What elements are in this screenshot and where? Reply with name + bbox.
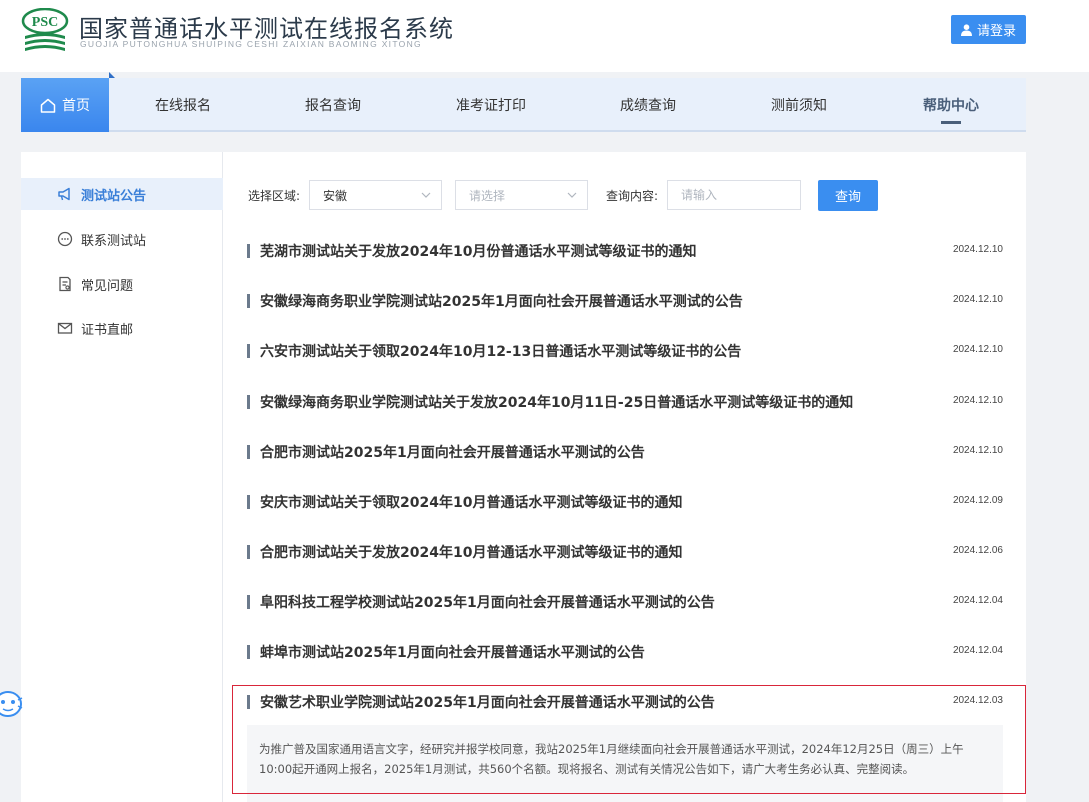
chevron-down-icon [567, 192, 577, 198]
notice-title: 安徽绿海商务职业学院测试站关于发放2024年10月11日-25日普通话水平测试等… [260, 395, 854, 411]
robot-icon [0, 691, 23, 717]
notice-item-expanded[interactable]: 安徽艺术职业学院测试站2025年1月面向社会开展普通话水平测试的公告 2024.… [247, 687, 1003, 717]
region-select-value: 安徽 [323, 188, 348, 203]
notice-bullet [247, 645, 250, 659]
notice-item[interactable]: 阜阳科技工程学校测试站2025年1月面向社会开展普通话水平测试的公告 2024.… [247, 587, 1003, 617]
login-button[interactable]: 请登录 [951, 15, 1026, 44]
nav-home-label: 首页 [62, 98, 90, 114]
notice-bullet [247, 395, 250, 409]
notice-item[interactable]: 合肥市测试站2025年1月面向社会开展普通话水平测试的公告 2024.12.10 [247, 437, 1003, 467]
nav-help-center[interactable]: 帮助中心 [899, 78, 1003, 132]
notice-bullet [247, 294, 250, 308]
main-nav: 首页 在线报名 报名查询 准考证打印 成绩查询 测前须知 帮助中心 [21, 72, 1026, 132]
site-subtitle: GUOJIA PUTONGHUA SHUIPING CESHI ZAIXIAN … [80, 39, 422, 49]
user-icon [960, 23, 972, 36]
sidebar-item-label: 测试站公告 [81, 188, 147, 204]
notice-title: 蚌埠市测试站2025年1月面向社会开展普通话水平测试的公告 [260, 645, 645, 661]
nav-home[interactable]: 首页 [21, 72, 115, 132]
query-input[interactable] [667, 180, 801, 210]
notice-item[interactable]: 六安市测试站关于领取2024年10月12-13日普通话水平测试等级证书的公告 2… [247, 336, 1003, 366]
chevron-down-icon [421, 192, 431, 198]
megaphone-icon [58, 187, 70, 201]
notice-date: 2024.12.04 [952, 595, 1003, 606]
sidebar-item-label: 联系测试站 [81, 233, 147, 249]
notice-date: 2024.12.09 [952, 495, 1003, 506]
sidebar-item-faq[interactable]: 常见问题 [21, 268, 223, 300]
sidebar-item-certificate-mail[interactable]: 证书直邮 [21, 312, 223, 344]
notice-date: 2024.12.10 [952, 395, 1003, 406]
notice-item[interactable]: 蚌埠市测试站2025年1月面向社会开展普通话水平测试的公告 2024.12.04 [247, 637, 1003, 667]
chat-icon [57, 231, 73, 247]
sidebar-item-contact[interactable]: 联系测试站 [21, 223, 223, 255]
query-label: 查询内容: [606, 188, 659, 203]
home-icon [40, 98, 56, 113]
notice-item[interactable]: 芜湖市测试站关于发放2024年10月份普通话水平测试等级证书的通知 2024.1… [247, 236, 1003, 266]
search-button[interactable]: 查询 [818, 180, 878, 211]
notice-title: 合肥市测试站关于发放2024年10月普通话水平测试等级证书的通知 [260, 545, 683, 561]
notice-bullet [247, 695, 250, 709]
notice-title: 六安市测试站关于领取2024年10月12-13日普通话水平测试等级证书的公告 [260, 344, 742, 360]
document-icon [59, 276, 71, 292]
notice-item[interactable]: 安徽绿海商务职业学院测试站关于发放2024年10月11日-25日普通话水平测试等… [247, 387, 1003, 417]
notice-title: 芜湖市测试站关于发放2024年10月份普通话水平测试等级证书的通知 [260, 244, 697, 260]
nav-registration-query[interactable]: 报名查询 [281, 78, 385, 132]
notice-bullet [247, 545, 250, 559]
notice-date: 2024.12.10 [952, 445, 1003, 456]
site-header: PSC 国家普通话水平测试在线报名系统 GUOJIA PUTONGHUA SHU… [0, 0, 1089, 72]
sidebar: 测试站公告 联系测试站 常见问题 证书直邮 [21, 152, 223, 802]
mail-icon [57, 322, 73, 334]
city-select-placeholder: 请选择 [469, 188, 506, 203]
nav-pretest-notes[interactable]: 测前须知 [747, 78, 851, 132]
notice-bullet [247, 445, 250, 459]
notice-bullet [247, 244, 250, 258]
notice-title: 安徽艺术职业学院测试站2025年1月面向社会开展普通话水平测试的公告 [260, 695, 715, 711]
sidebar-item-label: 证书直邮 [81, 322, 134, 338]
notice-title: 安徽绿海商务职业学院测试站2025年1月面向社会开展普通话水平测试的公告 [260, 294, 743, 310]
notice-title: 安庆市测试站关于领取2024年10月普通话水平测试等级证书的通知 [260, 495, 683, 511]
nav-admission-ticket[interactable]: 准考证打印 [439, 78, 543, 132]
sidebar-item-label: 常见问题 [81, 278, 134, 294]
psc-logo-icon: PSC [21, 7, 69, 51]
notice-bullet [247, 344, 250, 358]
notice-date: 2024.12.10 [952, 294, 1003, 305]
notice-bullet [247, 595, 250, 609]
content-panel: 测试站公告 联系测试站 常见问题 证书直邮 选择区域: 安徽 请选择 查询内容:… [21, 152, 1026, 802]
notice-bullet [247, 495, 250, 509]
assistant-float-button[interactable] [0, 686, 24, 722]
notice-item[interactable]: 安庆市测试站关于领取2024年10月普通话水平测试等级证书的通知 2024.12… [247, 487, 1003, 517]
notice-excerpt[interactable]: 为推广普及国家通用语言文字，经研究并报学校同意，我站2025年1月继续面向社会开… [247, 725, 1003, 802]
notice-item[interactable]: 合肥市测试站关于发放2024年10月普通话水平测试等级证书的通知 2024.12… [247, 537, 1003, 567]
notice-title: 阜阳科技工程学校测试站2025年1月面向社会开展普通话水平测试的公告 [260, 595, 715, 611]
region-label: 选择区域: [248, 188, 301, 203]
nav-score-query[interactable]: 成绩查询 [596, 78, 700, 132]
login-label: 请登录 [976, 24, 1016, 39]
nav-online-registration[interactable]: 在线报名 [131, 78, 235, 132]
notice-date: 2024.12.04 [952, 645, 1003, 656]
city-select[interactable]: 请选择 [455, 180, 588, 210]
region-select[interactable]: 安徽 [309, 180, 442, 210]
notice-date: 2024.12.10 [952, 344, 1003, 355]
psc-logo[interactable]: PSC [21, 7, 69, 54]
notice-date: 2024.12.06 [952, 545, 1003, 556]
notice-title: 合肥市测试站2025年1月面向社会开展普通话水平测试的公告 [260, 445, 645, 461]
notice-date: 2024.12.03 [952, 695, 1003, 706]
logo-text: PSC [32, 15, 58, 30]
notice-date: 2024.12.10 [952, 244, 1003, 255]
notice-item[interactable]: 安徽绿海商务职业学院测试站2025年1月面向社会开展普通话水平测试的公告 202… [247, 286, 1003, 316]
sidebar-item-announcements[interactable]: 测试站公告 [21, 178, 223, 210]
